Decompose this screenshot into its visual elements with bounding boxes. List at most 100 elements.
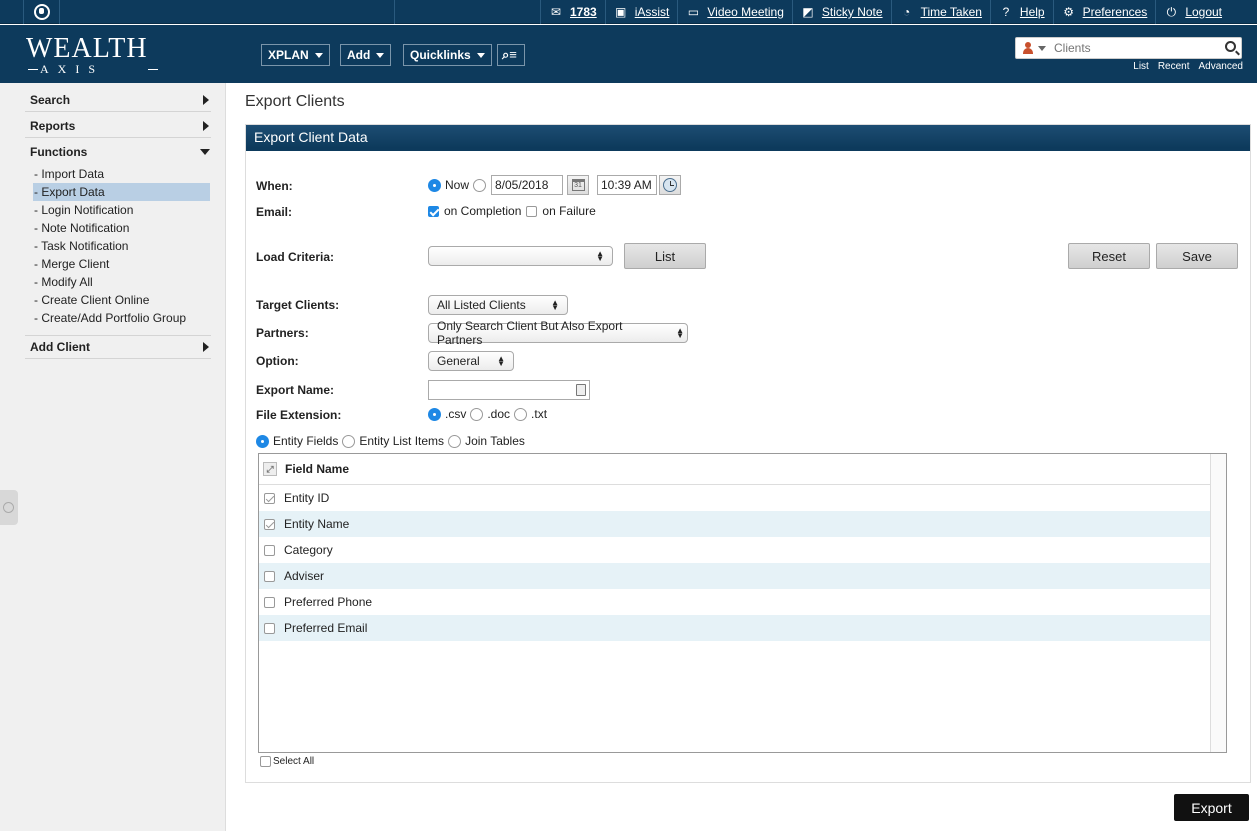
- entity-fields-label: Entity Fields: [273, 434, 339, 448]
- client-search-input[interactable]: [1054, 41, 1214, 55]
- row-checkbox[interactable]: [264, 570, 275, 582]
- sidebar-item-note-notification[interactable]: - Note Notification: [33, 219, 210, 237]
- txt-label: .txt: [531, 407, 548, 421]
- on-completion-label: on Completion: [444, 204, 522, 218]
- entity-list-items-radio[interactable]: [342, 434, 356, 448]
- quick-search-button[interactable]: ⌕≡: [497, 44, 525, 66]
- table-row[interactable]: Preferred Email: [259, 615, 1226, 641]
- export-name-field[interactable]: [428, 380, 590, 400]
- sidebar-item-merge-client[interactable]: - Merge Client: [33, 255, 210, 273]
- entity-fields-radio[interactable]: [256, 434, 269, 448]
- xplan-menu[interactable]: XPLAN: [261, 44, 330, 66]
- sidebar-item-create-portfolio-group[interactable]: - Create/Add Portfolio Group: [33, 309, 210, 327]
- join-tables-radio[interactable]: [448, 434, 462, 448]
- add-menu[interactable]: Add: [340, 44, 392, 66]
- when-now-option[interactable]: Now: [428, 178, 487, 192]
- time-taken-link[interactable]: ◔ Time Taken: [892, 0, 991, 24]
- sidebar-item-modify-all[interactable]: - Modify All: [33, 273, 210, 291]
- target-clients-label: Target Clients:: [256, 298, 340, 312]
- quicklinks-menu[interactable]: Quicklinks: [403, 44, 492, 66]
- time-picker-button[interactable]: [659, 175, 681, 195]
- on-completion-checkbox[interactable]: [428, 205, 439, 217]
- field-name-cell: Preferred Phone: [284, 595, 373, 609]
- row-checkbox[interactable]: [264, 596, 275, 608]
- search-icon[interactable]: [1225, 41, 1236, 52]
- sidebar-section-label: Reports: [30, 118, 76, 133]
- csv-radio[interactable]: [428, 407, 441, 421]
- sidebar-item-task-notification[interactable]: - Task Notification: [33, 237, 210, 255]
- sidebar-section-search[interactable]: Search: [25, 88, 211, 112]
- sidebar-item-login-notification[interactable]: - Login Notification: [33, 201, 210, 219]
- file-extension-label: File Extension:: [256, 408, 342, 422]
- search-recent-link[interactable]: Recent: [1158, 61, 1190, 72]
- grid-scrollbar[interactable]: [1210, 454, 1226, 752]
- power-icon: ⏻: [1166, 5, 1177, 19]
- mail-link[interactable]: ✉ 1783: [541, 0, 606, 24]
- date-field[interactable]: 8/05/2018: [491, 175, 563, 195]
- chevron-down-icon: [476, 52, 485, 58]
- table-row[interactable]: Preferred Phone: [259, 589, 1226, 615]
- grid-header: ⤢ Field Name: [259, 454, 1226, 485]
- time-taken-label: Time Taken: [920, 5, 982, 19]
- txt-radio[interactable]: [514, 407, 528, 421]
- row-checkbox[interactable]: [264, 518, 275, 530]
- time-field[interactable]: 10:39 AM: [597, 175, 657, 195]
- select-all-option[interactable]: Select All: [260, 756, 314, 767]
- row-checkbox[interactable]: [264, 544, 275, 556]
- table-row[interactable]: Entity Name: [259, 511, 1226, 537]
- on-failure-checkbox[interactable]: [526, 205, 538, 217]
- sidebar-section-reports[interactable]: Reports: [25, 114, 211, 138]
- calendar-icon: 31: [571, 179, 585, 191]
- iassist-link[interactable]: ▣ iAssist: [606, 0, 679, 24]
- when-label: When:: [256, 179, 293, 193]
- now-radio[interactable]: [428, 178, 441, 192]
- row-checkbox[interactable]: [264, 492, 275, 504]
- email-label: Email:: [256, 205, 293, 219]
- table-row[interactable]: Adviser: [259, 563, 1226, 589]
- doc-radio[interactable]: [470, 407, 484, 421]
- sidebar-collapse-handle[interactable]: [0, 490, 18, 525]
- expand-icon[interactable]: ⤢: [263, 462, 277, 476]
- person-icon[interactable]: [1022, 42, 1034, 54]
- search-list-icon: ⌕≡: [502, 47, 517, 62]
- save-button[interactable]: Save: [1156, 243, 1238, 269]
- partners-select[interactable]: Only Search Client But Also Export Partn…: [428, 319, 688, 347]
- search-list-link[interactable]: List: [1133, 61, 1149, 72]
- top-bar: ✉ 1783 ▣ iAssist ▭ Video Meeting ◩ Stick…: [0, 0, 1257, 24]
- export-button[interactable]: Export: [1174, 794, 1249, 821]
- clock-icon: [663, 178, 677, 192]
- table-row[interactable]: Entity ID: [259, 485, 1226, 511]
- load-criteria-select[interactable]: ▲ ▼: [428, 246, 613, 266]
- search-advanced-link[interactable]: Advanced: [1199, 61, 1243, 72]
- globe-icon[interactable]: [24, 0, 60, 24]
- now-label: Now: [445, 178, 470, 192]
- help-link[interactable]: ? Help: [991, 0, 1054, 24]
- xplan-label: XPLAN: [268, 48, 309, 62]
- target-clients-select[interactable]: All Listed Clients ▲ ▼: [428, 295, 568, 315]
- scheduled-radio[interactable]: [473, 178, 487, 192]
- iassist-icon: ▣: [615, 5, 627, 19]
- reset-button[interactable]: Reset: [1068, 243, 1150, 269]
- doc-label: .doc: [487, 407, 511, 421]
- sticky-note-link[interactable]: ◩ Sticky Note: [793, 0, 892, 24]
- field-name-header[interactable]: Field Name: [285, 462, 349, 476]
- preferences-link[interactable]: ⚙ Preferences: [1054, 0, 1157, 24]
- row-checkbox[interactable]: [264, 622, 275, 634]
- sidebar-item-export-data[interactable]: - Export Data: [33, 183, 210, 201]
- chevron-right-icon: [203, 94, 209, 105]
- partners-label: Partners:: [256, 326, 309, 340]
- calendar-button[interactable]: 31: [567, 175, 589, 195]
- wealth-axis-logo[interactable]: WEALTH AXIS: [26, 33, 158, 75]
- option-select[interactable]: General ▲ ▼: [428, 351, 514, 371]
- sidebar-section-add-client[interactable]: Add Client: [25, 335, 211, 359]
- sidebar-section-functions[interactable]: Functions: [25, 140, 211, 164]
- video-meeting-link[interactable]: ▭ Video Meeting: [678, 0, 793, 24]
- chevron-down-icon[interactable]: [1038, 45, 1046, 51]
- logout-link[interactable]: ⏻ Logout: [1156, 0, 1230, 24]
- select-all-checkbox[interactable]: [260, 756, 271, 767]
- sidebar-item-import-data[interactable]: - Import Data: [33, 165, 210, 183]
- sidebar-item-create-client-online[interactable]: - Create Client Online: [33, 291, 210, 309]
- logo-line1: WEALTH: [26, 33, 148, 64]
- list-button[interactable]: List: [624, 243, 706, 269]
- table-row[interactable]: Category: [259, 537, 1226, 563]
